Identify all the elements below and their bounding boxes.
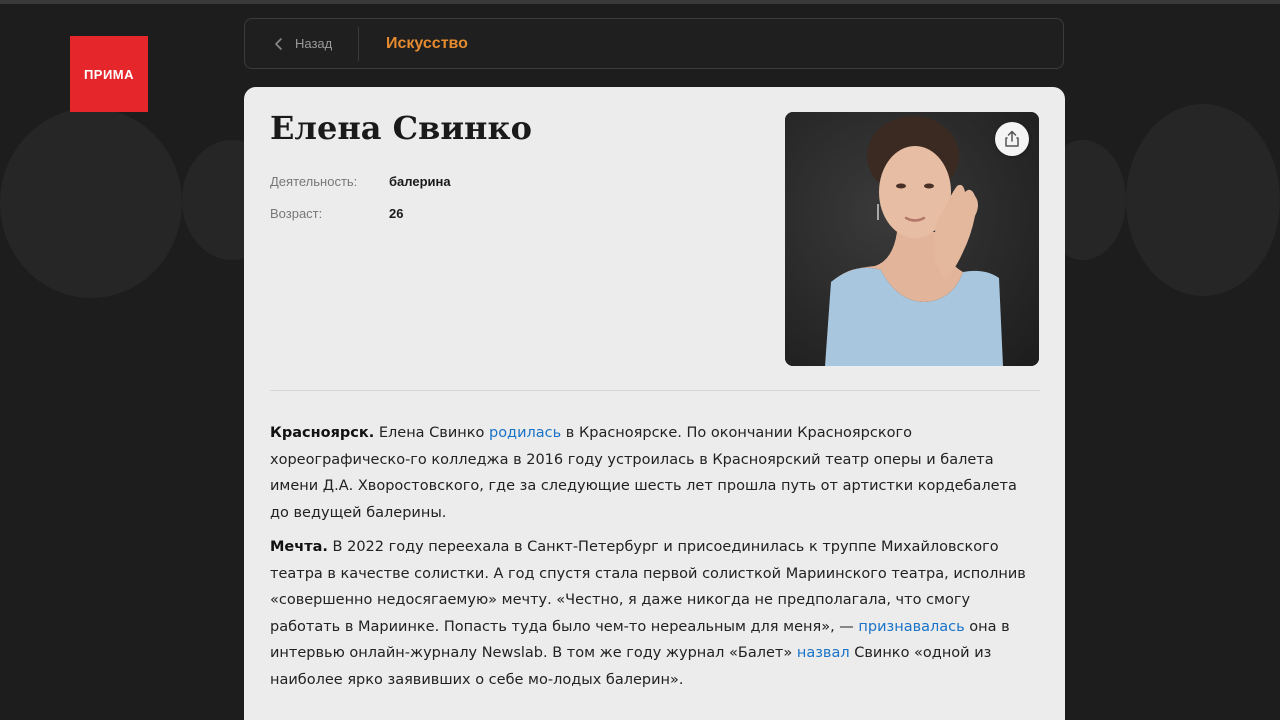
paragraph-text: Елена Свинко — [378, 425, 485, 441]
paragraph-krasnoyarsk: Красноярск. Елена Свинко родилась в Крас… — [270, 420, 1040, 526]
profile-card: Елена Свинко Деятельность: балерина Возр… — [244, 87, 1065, 720]
nav-divider — [358, 26, 359, 61]
background-circle — [1126, 104, 1280, 296]
paragraph-heading: Красноярск. — [270, 425, 375, 441]
field-value-activity: балерина — [389, 174, 451, 189]
field-label-activity: Деятельность: — [270, 174, 358, 189]
category-link[interactable]: Искусство — [386, 35, 468, 53]
back-label: Назад — [295, 36, 333, 51]
portrait-photo — [785, 112, 1039, 366]
background-circle — [0, 108, 182, 298]
field-value-age: 26 — [389, 206, 404, 221]
top-bar — [0, 0, 1280, 4]
share-button[interactable] — [995, 122, 1029, 156]
paragraph-dream: Мечта. В 2022 году переехала в Санкт-Пет… — [270, 534, 1040, 693]
navigation-bar: Назад Искусство — [244, 18, 1064, 69]
share-icon — [1005, 130, 1019, 147]
back-button[interactable]: Назад — [245, 19, 358, 68]
link-named[interactable]: назвал — [797, 645, 850, 661]
link-admitted[interactable]: признавалась — [858, 619, 964, 635]
person-name: Елена Свинко — [270, 109, 532, 147]
field-label-age: Возраст: — [270, 206, 323, 221]
page: ПРИМА Назад Искусство Елена Свинко Деяте… — [0, 0, 1280, 720]
prima-logo[interactable]: ПРИМА — [70, 36, 148, 112]
chevron-left-icon — [275, 37, 282, 50]
link-born[interactable]: родилась — [489, 425, 561, 441]
section-divider — [270, 390, 1040, 391]
paragraph-heading: Мечта. — [270, 539, 328, 555]
